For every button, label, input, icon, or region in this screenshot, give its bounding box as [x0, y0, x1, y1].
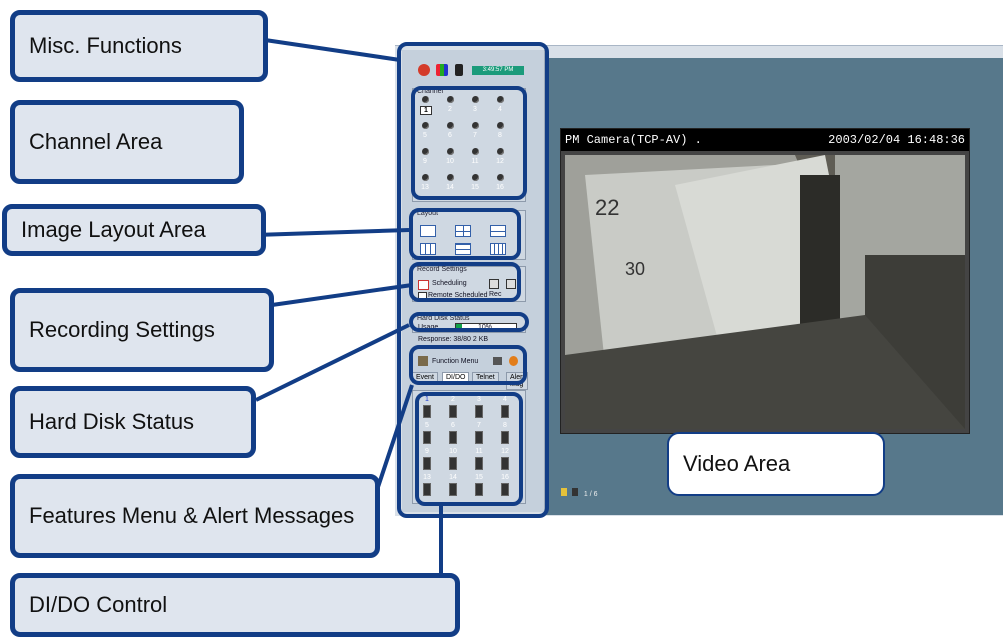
- callout-recording-settings: Recording Settings: [10, 288, 274, 372]
- callout-dido-control: DI/DO Control: [10, 573, 460, 637]
- callout-misc-functions: Misc. Functions: [10, 10, 268, 82]
- callout-image-layout: Image Layout Area: [2, 204, 266, 256]
- callout-features-menu: Features Menu & Alert Messages: [10, 474, 380, 558]
- callout-channel-area: Channel Area: [10, 100, 244, 184]
- callout-hard-disk: Hard Disk Status: [10, 386, 256, 458]
